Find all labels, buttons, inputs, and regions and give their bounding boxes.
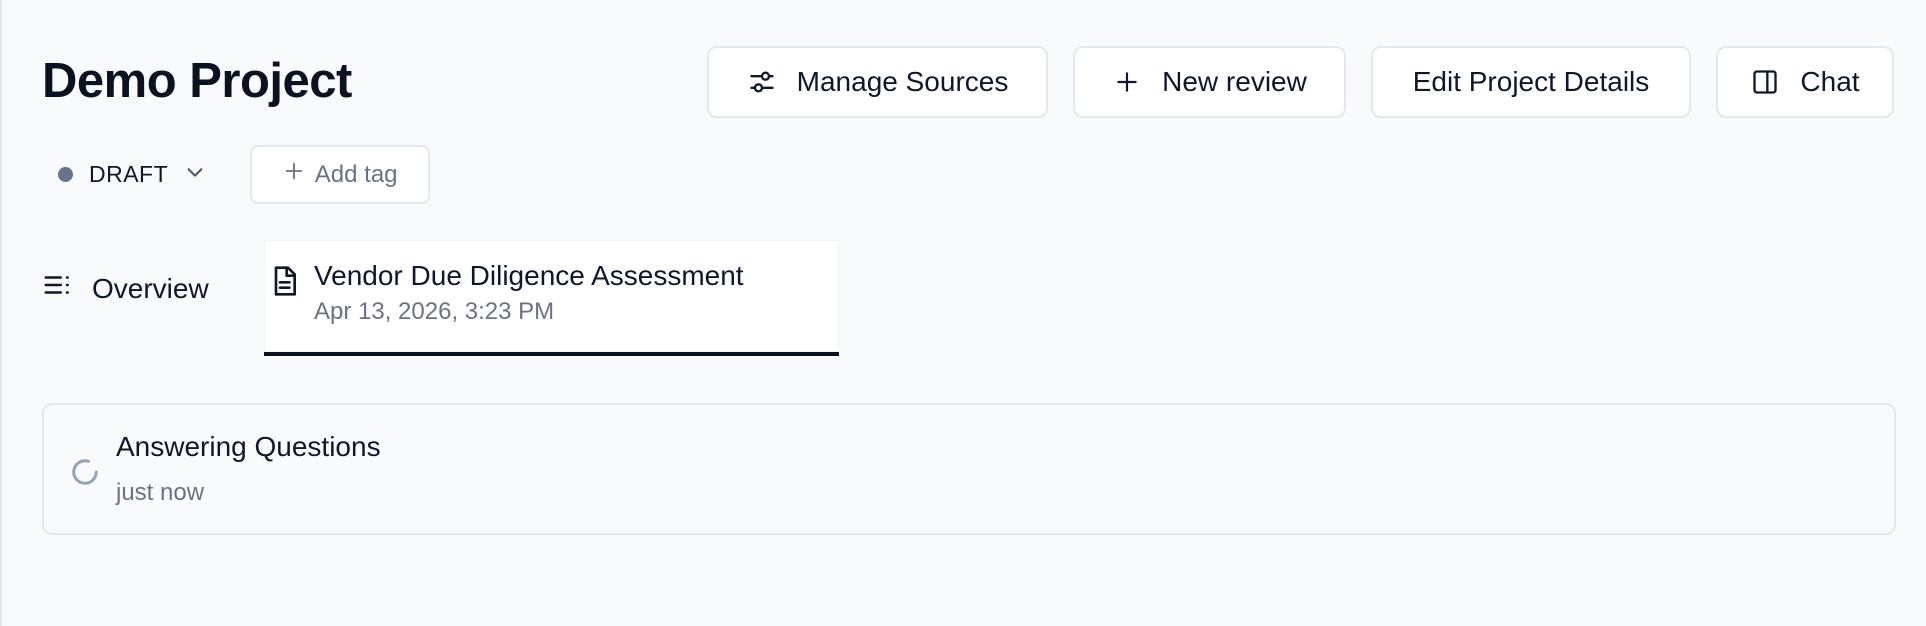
spinner-icon	[70, 457, 100, 492]
page-title: Demo Project	[42, 54, 352, 108]
chevron-down-icon	[184, 161, 206, 189]
tab-review-date: Apr 13, 2026, 3:23 PM	[314, 298, 555, 325]
tab-overview-label: Overview	[92, 272, 209, 304]
chat-button[interactable]: Chat	[1716, 46, 1894, 118]
list-icon	[42, 270, 72, 307]
plus-icon	[283, 160, 305, 189]
plus-icon	[1112, 67, 1142, 97]
activity-card: Answering Questions just now	[42, 403, 1896, 535]
panel-right-icon	[1750, 67, 1780, 97]
status-label: DRAFT	[89, 161, 169, 187]
tab-overview[interactable]: Overview	[42, 270, 209, 307]
add-tag-label: Add tag	[314, 160, 398, 188]
edit-project-details-button[interactable]: Edit Project Details	[1371, 46, 1691, 118]
add-tag-button[interactable]: Add tag	[250, 145, 431, 204]
tab-review-title: Vendor Due Diligence Assessment	[314, 260, 744, 291]
manage-sources-button[interactable]: Manage Sources	[707, 46, 1048, 118]
sliders-icon	[747, 67, 777, 97]
edit-project-details-label: Edit Project Details	[1412, 66, 1650, 97]
new-review-label: New review	[1162, 66, 1307, 97]
status-dropdown[interactable]: DRAFT	[42, 146, 222, 204]
activity-title: Answering Questions	[116, 431, 381, 462]
header-actions: Manage Sources New review Edit Project D…	[707, 46, 1894, 118]
manage-sources-label: Manage Sources	[796, 66, 1009, 97]
tab-review[interactable]: Vendor Due Diligence Assessment Apr 13, …	[264, 240, 839, 356]
activity-time: just now	[116, 479, 205, 506]
status-dot	[58, 167, 73, 182]
project-page: Demo Project Manage Sources New review E…	[0, 0, 1926, 626]
document-icon	[268, 264, 300, 303]
new-review-button[interactable]: New review	[1073, 46, 1346, 118]
status-row: DRAFT Add tag	[42, 145, 431, 204]
chat-label: Chat	[1800, 66, 1860, 97]
